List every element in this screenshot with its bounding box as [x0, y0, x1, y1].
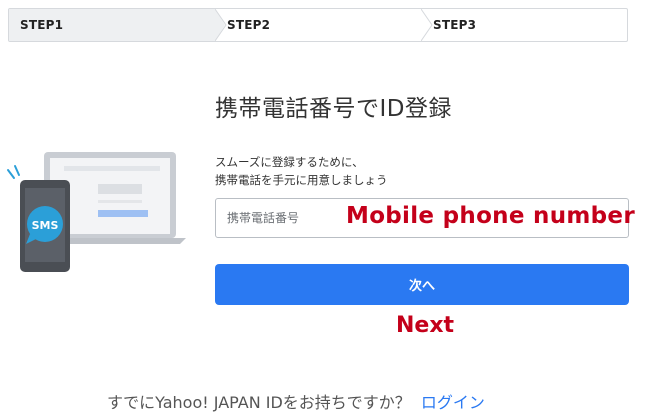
- page-title: 携帯電話番号でID登録: [215, 96, 452, 122]
- step-3: STEP3: [433, 9, 476, 41]
- phone-laptop-sms-illustration: SMS: [7, 152, 186, 272]
- laptop-screen-button: [98, 210, 148, 217]
- description-line-1: スムーズに登録するために、: [215, 155, 364, 169]
- laptop-screen-box: [98, 184, 142, 194]
- chevron-right-icon: [215, 9, 227, 41]
- description-line-2: 携帯電話を手元に用意しましょう: [215, 173, 388, 187]
- step-1: STEP1: [9, 9, 215, 41]
- step-2-label: STEP2: [227, 18, 271, 32]
- vibration-mark: [14, 165, 20, 176]
- vibration-mark: [7, 169, 15, 179]
- description: スムーズに登録するために、 携帯電話を手元に用意しましょう: [215, 153, 388, 189]
- laptop-screen-line: [64, 166, 160, 171]
- chevron-right-icon: [421, 9, 433, 41]
- next-button[interactable]: 次へ: [215, 264, 629, 305]
- existing-account-prompt: すでにYahoo! JAPAN IDをお持ちですか？ ログイン: [107, 389, 485, 413]
- step-3-label: STEP3: [433, 18, 477, 32]
- sms-badge-text: SMS: [32, 219, 59, 232]
- phone-annotation: Mobile phone number: [346, 203, 635, 229]
- login-link[interactable]: ログイン: [421, 393, 485, 412]
- next-annotation: Next: [396, 313, 455, 338]
- existing-account-text: すでにYahoo! JAPAN IDをお持ちですか？: [107, 393, 411, 412]
- step-2: STEP2: [227, 9, 270, 41]
- laptop-screen-line: [98, 200, 142, 203]
- registration-stepper: STEP1 STEP2 STEP3: [8, 8, 628, 42]
- step-1-label: STEP1: [20, 18, 64, 32]
